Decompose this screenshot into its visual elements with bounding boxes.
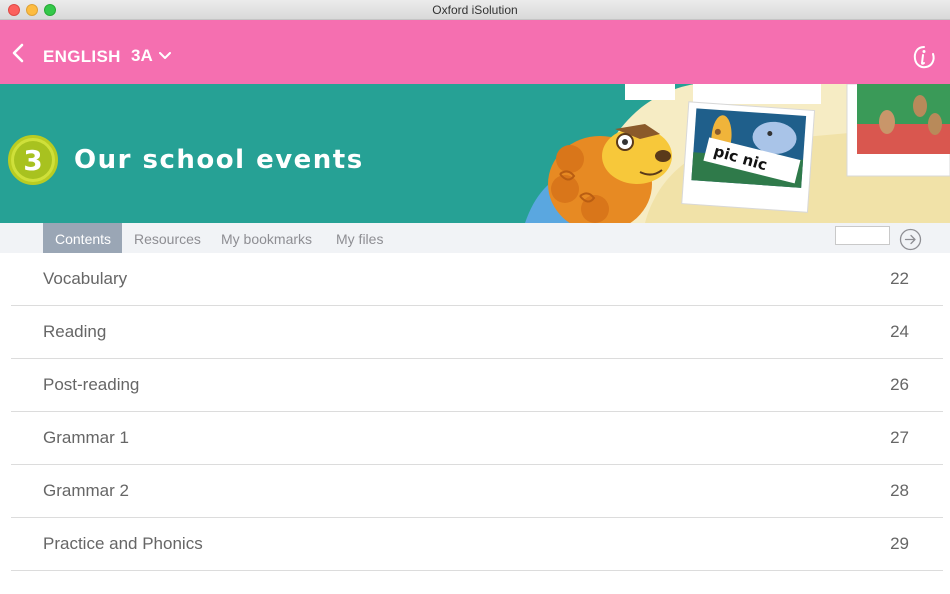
search-go-button[interactable]	[899, 228, 922, 251]
list-item[interactable]: Grammar 2 28	[11, 465, 943, 518]
back-button[interactable]	[8, 42, 30, 64]
list-item-title: Grammar 1	[43, 428, 129, 447]
arrow-right-circle-icon	[899, 228, 922, 251]
list-item-title: Vocabulary	[43, 269, 128, 288]
list-item[interactable]: Grammar 1 27	[11, 412, 943, 465]
list-item-page: 26	[890, 375, 909, 394]
chevron-down-icon	[158, 52, 171, 59]
chevron-left-icon	[12, 43, 24, 63]
list-item-title: Post-reading	[43, 375, 140, 394]
tab-resources[interactable]: Resources	[122, 223, 213, 253]
tab-bar: Contents Resources My bookmarks My files	[0, 223, 950, 253]
list-item[interactable]: Practice and Phonics 29	[11, 518, 943, 571]
list-item-title: Grammar 2	[43, 481, 129, 500]
unit-number: 3	[14, 141, 52, 179]
tab-my-bookmarks[interactable]: My bookmarks	[209, 223, 324, 253]
list-item-page: 24	[890, 322, 909, 341]
level-label: 3A	[131, 46, 153, 65]
level-dropdown[interactable]: 3A	[131, 46, 171, 66]
list-item-page: 22	[890, 269, 909, 288]
banner-illustration: pic nic	[525, 84, 950, 223]
search-input[interactable]	[835, 226, 890, 245]
window-title: Oxford iSolution	[432, 3, 518, 17]
list-item[interactable]: Reading 24	[11, 306, 943, 359]
list-item-page: 29	[890, 534, 909, 553]
list-item-page: 27	[890, 428, 909, 447]
list-item-title: Practice and Phonics	[43, 534, 203, 553]
unit-banner: 3 Our school events pic nic	[0, 84, 950, 223]
tab-my-files[interactable]: My files	[324, 223, 395, 253]
unit-title: Our school events	[74, 145, 364, 175]
list-item-title: Reading	[43, 322, 107, 341]
unit-number-badge: 3	[8, 135, 58, 185]
tab-contents[interactable]: Contents	[43, 223, 122, 253]
list-item[interactable]: Post-reading 26	[11, 359, 943, 412]
oxford-i-logo-icon[interactable]	[912, 44, 936, 70]
app-header: ENGLISH 3A	[0, 20, 950, 84]
list-item-page: 28	[890, 481, 909, 500]
subject-title: ENGLISH	[43, 47, 121, 66]
window-titlebar: Oxford iSolution	[0, 0, 950, 20]
list-item[interactable]: Vocabulary 22	[11, 253, 943, 306]
contents-list: Vocabulary 22 Reading 24 Post-reading 26…	[11, 253, 943, 571]
